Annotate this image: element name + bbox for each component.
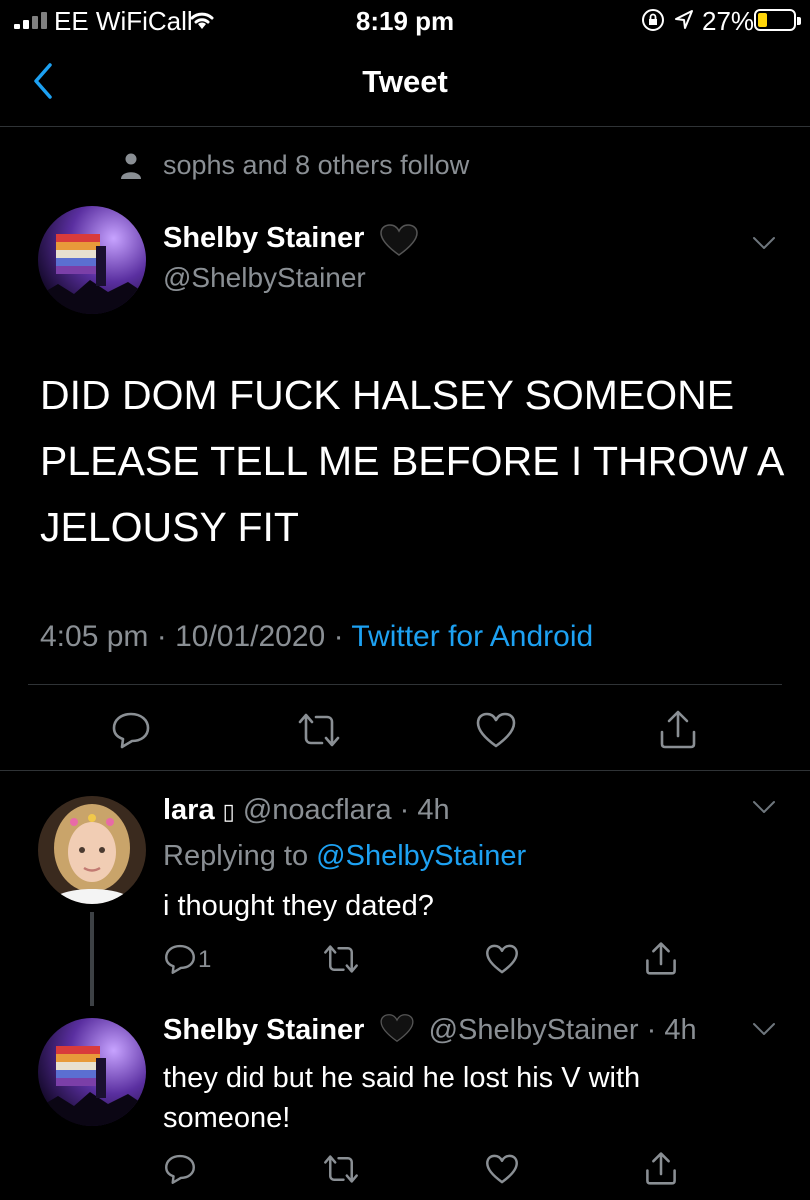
avatar-photo bbox=[38, 796, 146, 904]
reply-header: lara ▯ @noacflara · 4h bbox=[163, 794, 450, 826]
reply-header: Shelby Stainer @ShelbyStainer · 4h bbox=[163, 1014, 697, 1046]
tweet-meta: 4:05 pm · 10/01/2020 · Twitter for Andro… bbox=[40, 620, 593, 654]
replying-to: Replying to @ShelbyStainer bbox=[163, 840, 526, 873]
tweet-line: JELOUSY FIT bbox=[40, 504, 299, 550]
avatar[interactable] bbox=[38, 796, 146, 904]
avatar[interactable] bbox=[38, 1018, 146, 1126]
tweet-date: 10/01/2020 bbox=[175, 620, 326, 653]
author-name[interactable]: Shelby Stainer bbox=[163, 222, 364, 254]
retweet-icon[interactable] bbox=[296, 710, 342, 750]
retweet-icon[interactable] bbox=[322, 942, 360, 976]
location-icon bbox=[675, 10, 693, 29]
reply-text: i thought they dated? bbox=[163, 890, 434, 922]
chevron-down-icon[interactable] bbox=[752, 800, 776, 814]
reply-author-handle[interactable]: @noacflara bbox=[243, 794, 392, 826]
chevron-down-icon[interactable] bbox=[752, 236, 776, 250]
tweet-source-link[interactable]: Twitter for Android bbox=[351, 620, 593, 653]
reply-author-name[interactable]: lara bbox=[163, 794, 215, 826]
tweet-time: 4:05 pm bbox=[40, 620, 149, 653]
reply-age: 4h bbox=[664, 1014, 697, 1046]
share-icon[interactable] bbox=[644, 940, 678, 976]
reply-text: they did but he said he lost his V with … bbox=[163, 1058, 640, 1138]
like-icon[interactable] bbox=[474, 710, 518, 750]
meta-separator: · bbox=[156, 620, 167, 653]
reply-icon[interactable] bbox=[163, 942, 197, 976]
battery-percent: 27% bbox=[702, 6, 755, 36]
reply-age: 4h bbox=[417, 794, 450, 826]
page-title: Tweet bbox=[362, 64, 448, 99]
reply-author-name[interactable]: Shelby Stainer bbox=[163, 1014, 364, 1046]
tweet-line: PLEASE TELL ME BEFORE I THROW A bbox=[40, 438, 785, 484]
share-icon[interactable] bbox=[644, 1150, 678, 1186]
chevron-down-icon[interactable] bbox=[752, 1022, 776, 1036]
reply-icon[interactable] bbox=[163, 1152, 197, 1186]
reply-count: 1 bbox=[198, 946, 212, 973]
reply-author-handle[interactable]: @ShelbyStainer bbox=[429, 1014, 639, 1046]
tweet-text: DID DOM FUCK HALSEY SOMEONE PLEASE TELL … bbox=[40, 362, 790, 560]
author-handle[interactable]: @ShelbyStainer bbox=[163, 262, 366, 294]
status-bar: EE WiFiCall 8:19 pm 27% bbox=[0, 0, 810, 44]
like-icon[interactable] bbox=[484, 1152, 520, 1186]
like-icon[interactable] bbox=[484, 942, 520, 976]
meta-separator: · bbox=[333, 620, 344, 653]
replying-to-handle[interactable]: @ShelbyStainer bbox=[316, 840, 526, 872]
black-heart-icon bbox=[380, 224, 418, 256]
reply-line: someone! bbox=[163, 1102, 291, 1134]
battery-icon bbox=[754, 9, 801, 31]
avatar-concert-image bbox=[38, 1018, 146, 1126]
meta-divider bbox=[28, 684, 782, 685]
name-glyph: ▯ bbox=[222, 799, 235, 824]
reply-line: they did but he said he lost his V with bbox=[163, 1062, 641, 1094]
tweet-line: DID DOM FUCK HALSEY SOMEONE bbox=[40, 372, 735, 418]
reply-icon[interactable] bbox=[110, 710, 152, 750]
retweet-icon[interactable] bbox=[322, 1152, 360, 1186]
followed-by-text[interactable]: sophs and 8 others follow bbox=[163, 150, 469, 181]
avatar[interactable] bbox=[38, 206, 146, 314]
header-divider bbox=[0, 126, 810, 127]
avatar-concert-image bbox=[38, 206, 146, 314]
black-heart-icon bbox=[379, 1014, 414, 1043]
thread-line bbox=[90, 912, 94, 1006]
share-icon[interactable] bbox=[658, 708, 698, 750]
actions-divider bbox=[0, 770, 810, 771]
author-name-row: Shelby Stainer bbox=[163, 222, 419, 257]
person-icon bbox=[121, 153, 141, 179]
rotation-lock-icon bbox=[642, 9, 664, 31]
replying-prefix: Replying to bbox=[163, 840, 309, 872]
